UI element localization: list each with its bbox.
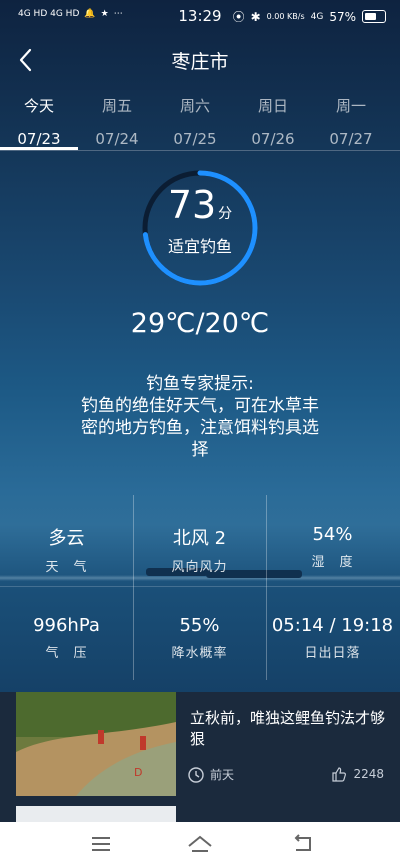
- humidity-key: 湿 度: [311, 555, 354, 570]
- sun-value: 05:14 / 19:18: [271, 615, 394, 636]
- news-time-text: 前天: [210, 768, 235, 782]
- tab-date: 07/27: [329, 130, 373, 148]
- wind-value: 北风 2: [172, 528, 227, 549]
- home-button[interactable]: [186, 832, 214, 856]
- pressure-key: 气 压: [45, 646, 88, 661]
- sun-key: 日出日落: [304, 646, 361, 661]
- tab-day: 周一: [335, 97, 366, 115]
- news-time: 前天: [188, 766, 234, 783]
- score-label: 适宜钓鱼: [167, 237, 232, 256]
- menu-icon: [92, 837, 110, 851]
- rain-value: 55%: [179, 615, 220, 636]
- tab-fri[interactable]: 周五 07/24: [78, 90, 156, 148]
- thumbs-up-icon: [332, 767, 347, 782]
- pressure-cell: 996hPa 气 压: [0, 615, 133, 661]
- tab-today[interactable]: 今天 07/23: [0, 90, 78, 150]
- tab-day: 周五: [101, 97, 132, 115]
- day-tabs: 今天 07/23 周五 07/24 周六 07/25 周日 07/26 周一 0…: [0, 90, 400, 150]
- tab-day: 今天: [23, 97, 54, 115]
- tab-date: 07/24: [95, 130, 139, 148]
- tips-body: 钓鱼的绝佳好天气，可在水草丰密的地方钓鱼，注意饵料钓具选择: [81, 396, 319, 460]
- net-speed: 0.00 KB/s: [266, 12, 305, 21]
- tips-heading: 钓鱼专家提示:: [146, 374, 254, 394]
- bluetooth-icon: ✱: [250, 9, 261, 24]
- system-nav-bar: [0, 822, 400, 866]
- home-icon: [188, 835, 212, 852]
- weather-key: 天 气: [45, 560, 88, 575]
- app-header: 枣庄市: [0, 38, 400, 82]
- wind-key: 风向风力: [171, 560, 228, 575]
- next-news-card[interactable]: [0, 800, 400, 822]
- score-display: 73 分 适宜钓鱼: [140, 183, 260, 257]
- humidity-value: 54%: [312, 524, 353, 545]
- tab-day: 周日: [257, 97, 288, 115]
- weather-value: 多云: [48, 528, 85, 549]
- expert-tips: 钓鱼专家提示: 钓鱼的绝佳好天气，可在水草丰密的地方钓鱼，注意饵料钓具选择: [78, 373, 322, 461]
- grid-divider: [0, 586, 400, 587]
- news-likes-count: 2248: [353, 767, 384, 781]
- return-icon: [294, 834, 311, 851]
- battery-percent: 57%: [329, 9, 356, 24]
- humidity-cell: 54% 湿 度: [266, 524, 399, 570]
- temperature-range: 29℃/20℃: [130, 308, 270, 339]
- river-image: D: [16, 692, 176, 796]
- svg-text:D: D: [134, 766, 142, 779]
- tab-mon[interactable]: 周一 07/27: [312, 90, 390, 148]
- score-value: 73: [167, 183, 217, 227]
- news-likes[interactable]: 2248: [331, 766, 384, 782]
- tab-date: 07/25: [173, 130, 217, 148]
- weather-cell: 多云 天 气: [0, 524, 133, 575]
- location-icon: ⦿: [232, 10, 245, 24]
- rain-cell: 55% 降水概率: [133, 615, 266, 661]
- tab-date: 07/23: [17, 130, 61, 148]
- menu-button[interactable]: [88, 832, 116, 856]
- score-unit: 分: [218, 206, 233, 222]
- network-type: 4G: [310, 11, 324, 22]
- wind-cell: 北风 2 风向风力: [133, 524, 266, 575]
- pressure-value: 996hPa: [33, 615, 100, 636]
- battery-icon: [362, 10, 386, 23]
- next-news-thumbnail: [16, 806, 176, 822]
- back-nav-button[interactable]: [290, 832, 318, 856]
- tabs-divider: [0, 150, 400, 151]
- tab-sun[interactable]: 周日 07/26: [234, 90, 312, 148]
- status-bar: 4G HD 4G HD 🔔 ★ ⋯ 13:29 ⦿ ✱ 0.00 KB/s 4G…: [0, 0, 400, 32]
- news-title: 立秋前，唯独这鲤鱼钓法才够狠: [190, 709, 386, 748]
- tab-sat[interactable]: 周六 07/25: [156, 90, 234, 148]
- page-title: 枣庄市: [171, 51, 229, 73]
- clock-icon: [188, 766, 204, 783]
- tab-day: 周六: [179, 97, 210, 115]
- sun-cell: 05:14 / 19:18 日出日落: [266, 615, 399, 661]
- tab-date: 07/26: [251, 130, 295, 148]
- status-right-icons: ⦿ ✱ 0.00 KB/s 4G 57%: [233, 8, 386, 25]
- news-thumbnail: D: [16, 692, 176, 796]
- rain-key: 降水概率: [171, 646, 228, 661]
- news-card[interactable]: D 立秋前，唯独这鲤鱼钓法才够狠 前天 2248: [0, 692, 400, 800]
